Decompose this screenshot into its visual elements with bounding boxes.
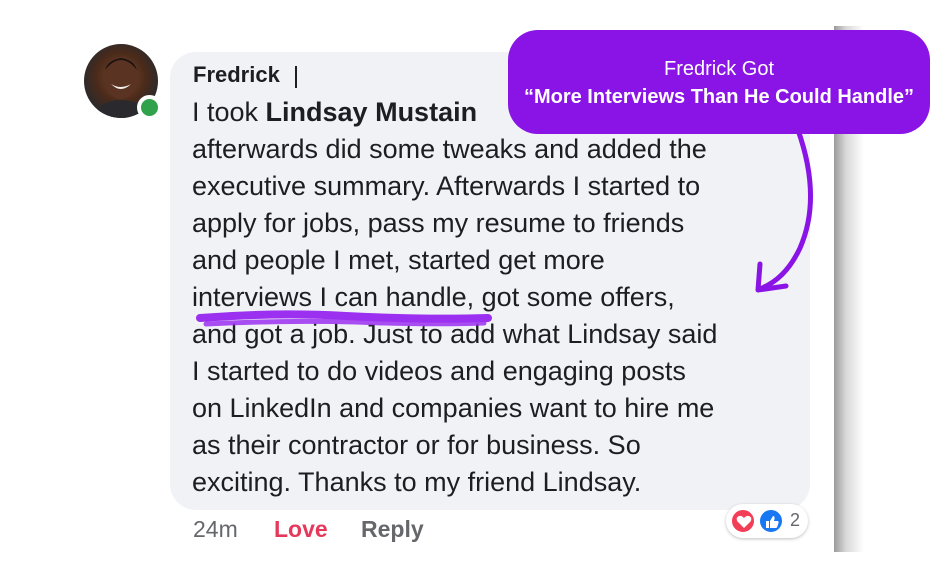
- heart-icon: [730, 508, 756, 534]
- comment-line: as their contractor or for business. So: [192, 430, 641, 460]
- comment-line: and people I met, started get more: [192, 245, 605, 275]
- comment-author[interactable]: Fredrick: [193, 62, 280, 88]
- reaction-count: 2: [790, 510, 801, 530]
- love-button[interactable]: Love: [274, 516, 328, 543]
- thumbs-up-icon: [758, 508, 784, 534]
- mentioned-name[interactable]: Lindsay Mustain: [266, 97, 478, 127]
- comment-line: executive summary. Afterwards I started …: [192, 171, 701, 201]
- highlight-underline: [196, 310, 492, 327]
- callout-line-1: Fredrick Got: [663, 58, 775, 80]
- callout-banner: Fredrick Got “More Interviews Than He Co…: [508, 30, 930, 134]
- reactions-summary[interactable]: 2: [726, 504, 808, 538]
- comment-line: exciting. Thanks to my friend Lindsay.: [192, 467, 642, 497]
- comment-line: afterwards did some tweaks and added the: [192, 134, 707, 164]
- reply-button[interactable]: Reply: [361, 516, 424, 543]
- comment-line: on LinkedIn and companies want to hire m…: [192, 393, 715, 423]
- comment-timestamp[interactable]: 24m: [193, 516, 238, 543]
- callout-line-2: “More Interviews Than He Could Handle”: [523, 86, 915, 108]
- comment-line: apply for jobs, pass my resume to friend…: [192, 208, 685, 238]
- online-status-indicator: [137, 95, 162, 120]
- curved-arrow-icon: [755, 128, 813, 293]
- comment-text: I took Lindsay Mustain afterwards did so…: [192, 94, 802, 501]
- text-cursor: [295, 66, 297, 88]
- comment-line: I started to do videos and engaging post…: [192, 356, 686, 386]
